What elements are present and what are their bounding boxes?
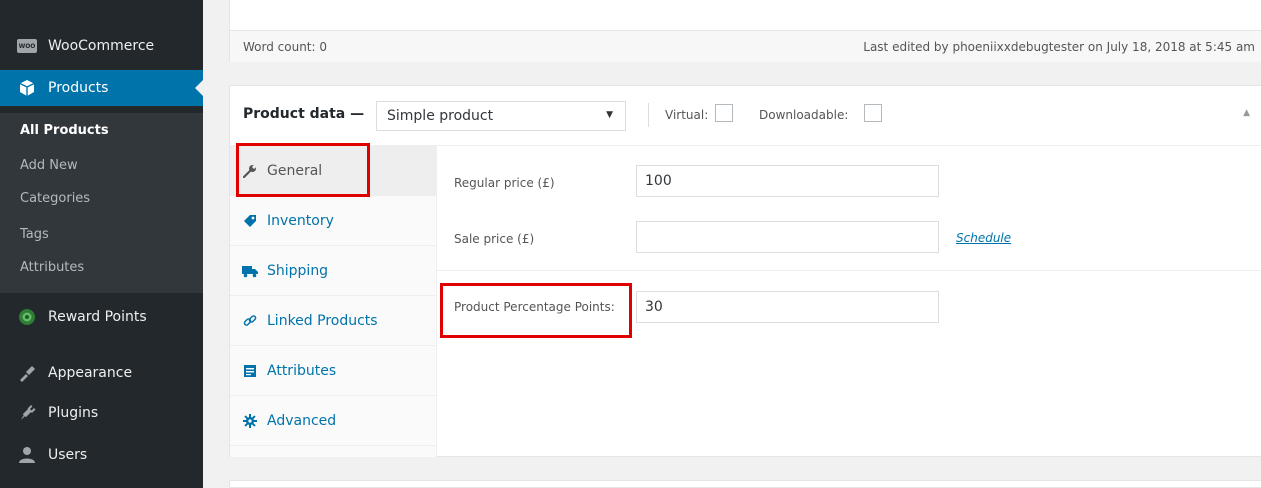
collapse-toggle-icon[interactable]: ▲ xyxy=(1243,108,1250,118)
tab-advanced-label: Advanced xyxy=(267,412,337,429)
submenu-attributes[interactable]: Attributes xyxy=(20,260,84,275)
header-divider xyxy=(648,103,649,127)
submenu-add-new[interactable]: Add New xyxy=(20,158,78,173)
tab-attributes-label: Attributes xyxy=(267,362,337,379)
tab-inventory-label: Inventory xyxy=(267,212,334,229)
last-edited: Last edited by phoeniixxdebugtester on J… xyxy=(863,39,1255,54)
editor-status-bar: Word count: 0 Last edited by phoeniixxde… xyxy=(230,30,1261,62)
tab-inventory[interactable]: Inventory xyxy=(230,196,437,246)
product-data-title: Product data — xyxy=(243,106,365,122)
truck-icon xyxy=(242,263,258,279)
plugins-icon xyxy=(17,403,37,423)
reward-points-icon xyxy=(17,307,37,327)
sale-price-label: Sale price (£) xyxy=(454,232,535,246)
tab-shipping[interactable]: Shipping xyxy=(230,246,437,296)
next-metabox xyxy=(229,480,1261,488)
menu-products-label: Products xyxy=(48,80,109,96)
products-submenu: All Products Add New Categories Tags Att… xyxy=(0,113,203,293)
appearance-icon xyxy=(17,363,37,383)
tab-advanced[interactable]: Advanced xyxy=(230,396,437,446)
menu-appearance-label: Appearance xyxy=(48,365,133,381)
menu-woocommerce[interactable]: WOO WooCommerce xyxy=(0,28,203,64)
active-menu-arrow xyxy=(195,80,203,96)
submenu-categories[interactable]: Categories xyxy=(20,191,90,206)
sale-price-input[interactable] xyxy=(636,221,939,253)
editor-panel: Word count: 0 Last edited by phoeniixxde… xyxy=(229,0,1261,62)
regular-price-input[interactable]: 100 xyxy=(636,165,939,197)
product-type-select[interactable]: Simple product ▼ xyxy=(376,101,626,131)
menu-plugins-label: Plugins xyxy=(48,405,99,421)
woo-icon: WOO xyxy=(17,36,37,56)
virtual-checkbox[interactable] xyxy=(715,104,733,122)
menu-users-label: Users xyxy=(48,447,88,463)
menu-reward-points-label: Reward Points xyxy=(48,309,147,325)
tab-attributes[interactable]: Attributes xyxy=(230,346,437,396)
menu-reward-points[interactable]: Reward Points xyxy=(0,299,203,335)
tab-shipping-label: Shipping xyxy=(267,262,329,279)
admin-sidebar: WOO WooCommerce Products All Products Ad… xyxy=(0,0,203,488)
submenu-tags[interactable]: Tags xyxy=(20,227,49,242)
tag-icon xyxy=(242,213,258,229)
regular-price-label: Regular price (£) xyxy=(454,176,555,190)
percentage-points-value: 30 xyxy=(645,299,663,315)
regular-price-value: 100 xyxy=(645,173,672,189)
gear-icon xyxy=(242,413,258,429)
users-icon xyxy=(17,445,37,465)
menu-products[interactable]: Products xyxy=(0,70,203,106)
product-data-header: Product data — Simple product ▼ Virtual:… xyxy=(230,86,1261,146)
menu-woocommerce-label: WooCommerce xyxy=(48,38,155,54)
list-icon xyxy=(242,363,258,379)
tab-linked-products[interactable]: Linked Products xyxy=(230,296,437,346)
downloadable-checkbox[interactable] xyxy=(864,104,882,122)
panel-divider xyxy=(437,270,1261,271)
general-tab-highlight xyxy=(236,143,370,197)
product-data-box: Product data — Simple product ▼ Virtual:… xyxy=(229,85,1261,457)
percentage-points-input[interactable]: 30 xyxy=(636,291,939,323)
submenu-all-products[interactable]: All Products xyxy=(20,123,109,138)
link-icon xyxy=(242,313,258,329)
menu-plugins[interactable]: Plugins xyxy=(0,395,203,431)
percentage-points-highlight xyxy=(440,283,632,338)
menu-appearance[interactable]: Appearance xyxy=(0,355,203,391)
word-count: Word count: 0 xyxy=(243,39,328,54)
product-type-value: Simple product xyxy=(387,108,494,124)
schedule-link[interactable]: Schedule xyxy=(956,231,1011,245)
downloadable-label: Downloadable: xyxy=(759,108,849,122)
menu-users[interactable]: Users xyxy=(0,437,203,473)
products-icon xyxy=(17,78,37,98)
dropdown-caret-icon: ▼ xyxy=(606,110,613,120)
tab-linked-products-label: Linked Products xyxy=(267,312,378,329)
virtual-label: Virtual: xyxy=(665,108,709,122)
